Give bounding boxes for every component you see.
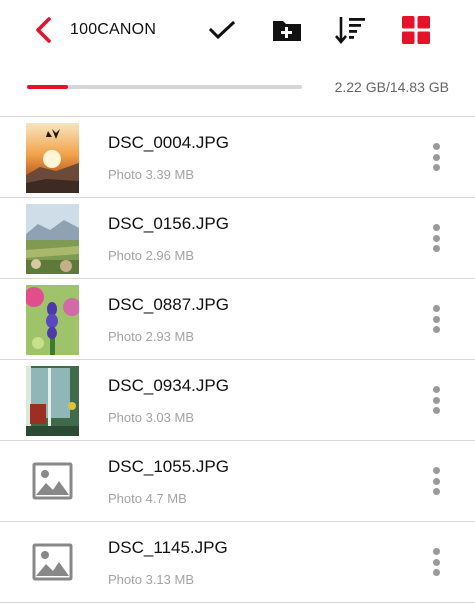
- file-name: DSC_0004.JPG: [108, 133, 229, 152]
- photo-thumbnail: [26, 285, 79, 355]
- file-info: Photo 2.96 MB: [108, 248, 194, 263]
- file-name: DSC_0156.JPG: [108, 214, 229, 233]
- file-name: DSC_0934.JPG: [108, 376, 229, 395]
- photo-thumbnail: [26, 123, 79, 193]
- file-info: Photo 2.93 MB: [108, 329, 194, 344]
- more-options-icon[interactable]: [424, 220, 448, 256]
- file-info: Photo 3.03 MB: [108, 410, 194, 425]
- file-info: Photo 4.7 MB: [108, 491, 187, 506]
- file-row[interactable]: DSC_0934.JPG Photo 3.03 MB: [0, 360, 475, 441]
- sort-descending-icon[interactable]: [335, 14, 367, 46]
- file-name: DSC_1145.JPG: [108, 538, 228, 557]
- storage-progress-fill: [27, 85, 69, 89]
- file-name: DSC_1055.JPG: [108, 457, 229, 476]
- storage-usage: 2.22 GB/14.83 GB: [0, 62, 475, 116]
- new-folder-icon[interactable]: [271, 14, 303, 46]
- file-row[interactable]: DSC_0004.JPG Photo 3.39 MB: [0, 117, 475, 198]
- file-row[interactable]: DSC_1145.JPG Photo 3.13 MB: [0, 522, 475, 603]
- image-placeholder-icon: [26, 447, 79, 517]
- top-toolbar: 100CANON: [0, 0, 475, 62]
- photo-thumbnail: [26, 204, 79, 274]
- image-placeholder-icon: [26, 528, 79, 598]
- folder-title: 100CANON: [70, 21, 157, 38]
- more-options-icon[interactable]: [424, 301, 448, 337]
- more-options-icon[interactable]: [424, 139, 448, 175]
- file-list: DSC_0004.JPG Photo 3.39 MB DSC_0156.JPG …: [0, 116, 475, 603]
- grid-view-icon[interactable]: [400, 14, 432, 46]
- checkmark-icon[interactable]: [206, 14, 238, 46]
- file-row[interactable]: DSC_0156.JPG Photo 2.96 MB: [0, 198, 475, 279]
- more-options-icon[interactable]: [424, 382, 448, 418]
- file-row[interactable]: DSC_0887.JPG Photo 2.93 MB: [0, 279, 475, 360]
- file-name: DSC_0887.JPG: [108, 295, 229, 314]
- file-row[interactable]: DSC_1055.JPG Photo 4.7 MB: [0, 441, 475, 522]
- photo-thumbnail: [26, 366, 79, 436]
- more-options-icon[interactable]: [424, 463, 448, 499]
- file-info: Photo 3.13 MB: [108, 572, 194, 587]
- back-chevron-icon[interactable]: [30, 16, 56, 44]
- file-info: Photo 3.39 MB: [108, 167, 194, 182]
- storage-label: 2.22 GB/14.83 GB: [334, 79, 449, 95]
- more-options-icon[interactable]: [424, 544, 448, 580]
- storage-progress-bar: [27, 85, 302, 89]
